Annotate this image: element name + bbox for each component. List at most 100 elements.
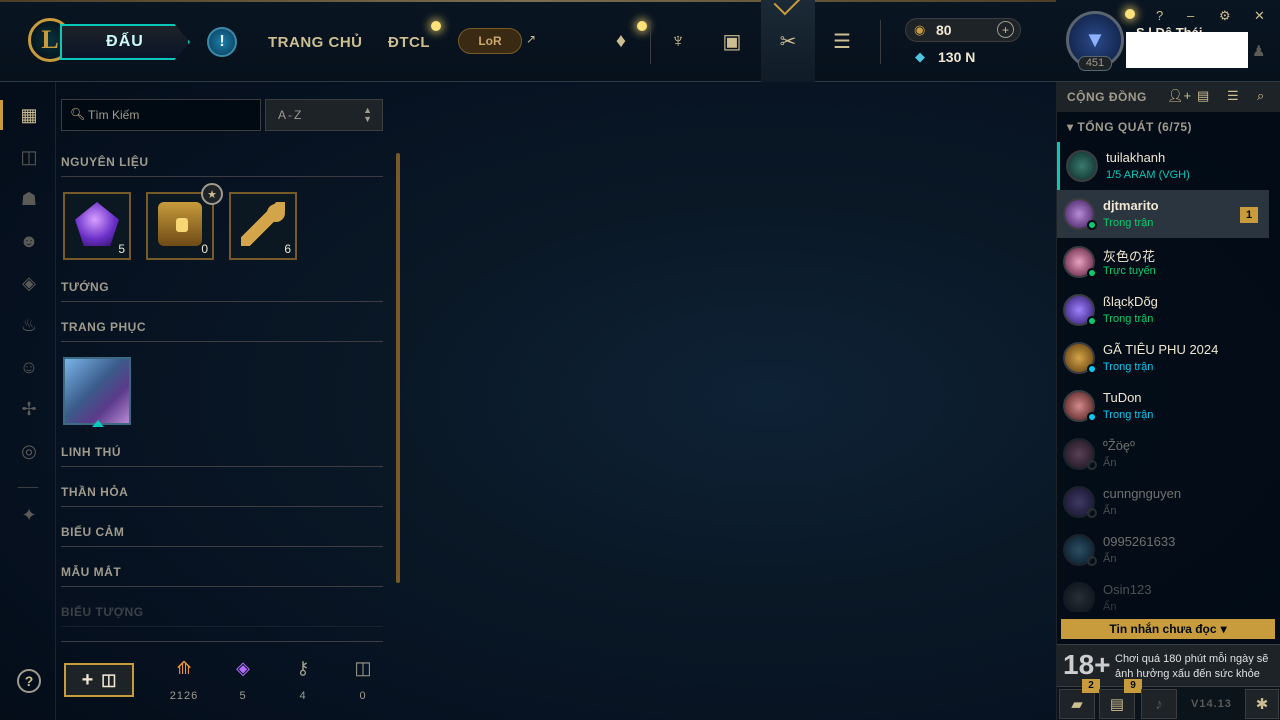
nav-home[interactable]: TRANG CHỦ bbox=[268, 34, 363, 51]
social-header: CỘNG ĐỒNG 👤︎+ ▤ ☰ ⌕ bbox=[1057, 82, 1280, 112]
status-dot bbox=[1087, 556, 1097, 566]
grid-icon[interactable]: ▦ bbox=[18, 104, 40, 126]
missions-button[interactable]: ▤ bbox=[1099, 689, 1135, 719]
chevron-down-icon: ▾ bbox=[1067, 120, 1078, 134]
smiley-icon[interactable]: ☺ bbox=[18, 356, 40, 378]
friend-name: cunngnguyen bbox=[1103, 486, 1182, 501]
friend-row[interactable]: GÃ TIÊU PHU 2024 Trong trận bbox=[1057, 334, 1269, 382]
tab-loot[interactable]: ✂ bbox=[771, 24, 805, 58]
friend-row[interactable]: tuilakhanh 1/5 ARAM (VGH) bbox=[1057, 142, 1269, 190]
bell-icon[interactable]: ♟ bbox=[1252, 42, 1265, 60]
search-icon: 🔍︎ bbox=[70, 107, 86, 121]
friend-row[interactable]: 灰色の花 Trực tuyến bbox=[1057, 238, 1269, 286]
bug-icon: ✱ bbox=[1255, 696, 1269, 713]
friend-row[interactable]: ºŽöęº Ẩn bbox=[1057, 430, 1269, 478]
tab-divider bbox=[650, 20, 651, 64]
bug-report-button[interactable]: ✱ bbox=[1245, 689, 1279, 719]
add-friend-icon[interactable]: 👤︎+ bbox=[1167, 88, 1191, 104]
buy-rp-button[interactable]: + bbox=[997, 21, 1014, 38]
tab-shop[interactable]: ☰ bbox=[825, 24, 859, 58]
coins-icon: ☰ bbox=[833, 30, 851, 53]
notification-dot bbox=[431, 21, 441, 31]
status-dot bbox=[1087, 412, 1097, 422]
friend-row[interactable]: djtmarito Trong trận 1 bbox=[1057, 190, 1269, 238]
blue-essence-icon: ◆ bbox=[915, 49, 925, 64]
friend-row[interactable]: ßlącķDõg Trong trận bbox=[1057, 286, 1269, 334]
warning-text: Chơi quá 180 phút mỗi ngày sẽ ảnh hưởng … bbox=[1115, 653, 1269, 680]
section-champions[interactable]: TƯỚNG bbox=[61, 280, 383, 302]
champion-wings-icon[interactable]: ✢ bbox=[18, 398, 40, 420]
friend-row[interactable]: cunngnguyen Ẩn bbox=[1057, 478, 1269, 526]
chest-tab-icon[interactable]: ◫ bbox=[18, 146, 40, 168]
craft-button[interactable]: + ◫ bbox=[64, 663, 134, 697]
sort-select[interactable]: A-Z ▲ ▼ bbox=[265, 99, 383, 131]
group-label: TỔNG QUÁT (6/75) bbox=[1077, 120, 1193, 134]
unread-messages-button[interactable]: Tin nhắn chưa đọc ▾ bbox=[1061, 619, 1275, 639]
minimize-button[interactable]: ‒ bbox=[1187, 8, 1194, 23]
play-button[interactable]: ĐẤU bbox=[60, 24, 190, 60]
stat-value: 2126 bbox=[169, 690, 199, 702]
stat-value: 0 bbox=[359, 690, 367, 702]
microphone-icon: ♪ bbox=[1155, 695, 1163, 713]
friend-row[interactable]: Osin123 Ẩn bbox=[1057, 574, 1269, 612]
friend-group-header[interactable]: ▾ TỔNG QUÁT (6/75) bbox=[1067, 120, 1192, 134]
section-emotes[interactable]: BIỂU CẢM bbox=[61, 525, 383, 547]
friend-status: Trong trận bbox=[1103, 361, 1154, 373]
friend-row[interactable]: 0995261633 Ẩn bbox=[1057, 526, 1269, 574]
key-fragment-icon: ⚷ bbox=[296, 658, 310, 678]
skin-mask-icon[interactable]: ☻ bbox=[18, 230, 40, 252]
ward-icon[interactable]: ◈ bbox=[18, 272, 40, 294]
chat-button[interactable]: ▰ bbox=[1059, 689, 1095, 719]
section-eyes[interactable]: MẪU MẮT bbox=[61, 565, 383, 587]
loot-category-sidebar: ▦ ◫ ☗ ☻ ◈ ♨ ☺ ✢ ◎ ✦ bbox=[0, 82, 56, 720]
crafting-arrow-icon[interactable]: ✦ bbox=[18, 504, 40, 526]
sort-value: A-Z bbox=[278, 108, 304, 122]
voice-button[interactable]: ♪ bbox=[1141, 689, 1177, 719]
loot-item-skin-shard[interactable] bbox=[63, 357, 131, 425]
profile-icon[interactable]: ◎ bbox=[18, 440, 40, 462]
friend-status: Ẩn bbox=[1103, 505, 1117, 517]
friend-status: Ẩn bbox=[1103, 457, 1117, 469]
list-icon[interactable]: ☰ bbox=[1227, 88, 1239, 104]
friend-name: ºŽöęº bbox=[1103, 438, 1135, 453]
stat-value: 4 bbox=[299, 690, 307, 702]
section-icons[interactable]: BIỂU TƯỢNG bbox=[61, 605, 383, 627]
help-icon[interactable]: ? bbox=[17, 669, 41, 693]
friend-row[interactable]: TuDon Trong trận bbox=[1057, 382, 1269, 430]
friend-name: GÃ TIÊU PHU 2024 bbox=[1103, 342, 1219, 357]
champion-icon: ♆ bbox=[670, 29, 686, 52]
avatar bbox=[1066, 150, 1098, 182]
chest-icon: ◫ bbox=[354, 658, 372, 678]
stat-value: 5 bbox=[239, 690, 247, 702]
section-pets[interactable]: LINH THÚ bbox=[61, 445, 383, 467]
crystal-icon: ♦ bbox=[615, 29, 627, 52]
search-icon[interactable]: ⌕ bbox=[1257, 88, 1264, 104]
add-folder-icon[interactable]: ▤ bbox=[1197, 88, 1209, 104]
lor-button[interactable]: LoR bbox=[458, 28, 522, 54]
rarity-triangle-icon bbox=[92, 420, 104, 427]
loot-item-hextech-key[interactable]: 6 bbox=[229, 192, 297, 260]
section-wards[interactable]: THẦN HỎA bbox=[61, 485, 383, 507]
emote-flame-icon[interactable]: ♨ bbox=[18, 314, 40, 336]
friend-status: Ẩn bbox=[1103, 601, 1117, 612]
nav-tft[interactable]: ĐTCL bbox=[388, 34, 430, 51]
age-rating-icon: 18+ bbox=[1063, 649, 1111, 680]
friend-name: djtmarito bbox=[1103, 198, 1159, 213]
section-skins[interactable]: TRANG PHỤC bbox=[61, 320, 383, 342]
orange-essence-icon: ⟰ bbox=[176, 658, 192, 678]
loot-item-mythic-essence[interactable]: 5 bbox=[63, 192, 131, 260]
champion-helmet-icon[interactable]: ☗ bbox=[18, 188, 40, 210]
help-window-button[interactable]: ? bbox=[1156, 8, 1163, 23]
alert-icon[interactable]: ! bbox=[207, 27, 237, 57]
section-materials[interactable]: NGUYÊN LIỆU bbox=[61, 155, 383, 177]
scrollbar[interactable] bbox=[396, 153, 400, 583]
close-button[interactable]: ✕ bbox=[1254, 8, 1265, 24]
tab-collection[interactable]: ♆ bbox=[661, 24, 695, 58]
unread-label: Tin nhắn chưa đọc bbox=[1109, 622, 1217, 636]
tab-store[interactable]: ▣ bbox=[715, 24, 749, 58]
settings-gear-icon[interactable]: ⚙ bbox=[1219, 8, 1231, 24]
search-input[interactable] bbox=[88, 105, 256, 125]
status-dot bbox=[1087, 268, 1097, 278]
tab-profile[interactable]: ♦ bbox=[604, 24, 638, 58]
search-box[interactable]: 🔍︎ bbox=[61, 99, 261, 131]
